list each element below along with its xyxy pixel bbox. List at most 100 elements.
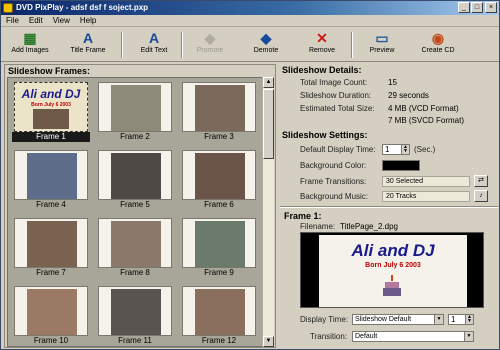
- frame-9[interactable]: Frame 9: [180, 216, 258, 278]
- menu-view[interactable]: View: [48, 15, 75, 27]
- frame-thumbnail: [182, 286, 256, 336]
- title-frame-icon: A: [82, 30, 94, 46]
- frame-photo: [111, 153, 161, 199]
- title-frame-text: Ali and DJ: [21, 87, 81, 101]
- remove-icon: ✕: [316, 30, 328, 46]
- frame-photo: [195, 221, 245, 267]
- frame-detail-title: Frame 1:: [284, 211, 322, 221]
- frame-2[interactable]: Frame 2: [96, 80, 174, 142]
- toolbar-separator: [181, 32, 183, 58]
- panel-divider: [280, 206, 498, 208]
- frame-thumbnail: [14, 218, 88, 268]
- add-images-icon: ▦: [23, 30, 37, 46]
- filename-label: Filename:: [300, 222, 336, 231]
- title-bar[interactable]: DVD PixPlay - adsf dsf f soject.pxp _ □ …: [1, 1, 499, 15]
- image-count-value: 15: [388, 78, 397, 87]
- demote-icon: ◆: [260, 30, 272, 46]
- app-window: DVD PixPlay - adsf dsf f soject.pxp _ □ …: [0, 0, 500, 350]
- frame-thumbnail: [182, 218, 256, 268]
- menu-help[interactable]: Help: [75, 15, 101, 27]
- preview-canvas: Ali and DJ Born July 6 2003: [319, 235, 467, 307]
- create-cd-button[interactable]: ◉ Create CD: [413, 30, 463, 60]
- frame-6[interactable]: Frame 6: [180, 148, 258, 210]
- frame-thumbnail: [182, 82, 256, 132]
- frame-caption: Frame 11: [118, 336, 152, 345]
- frame-display-time-stepper[interactable]: 1 ▲ ▼: [448, 314, 474, 325]
- frame-1[interactable]: Ali and DJ Born July 6 2003 Frame 1: [12, 80, 90, 142]
- frame-thumbnail: [98, 286, 172, 336]
- title-frame-photo: [33, 109, 69, 129]
- promote-button[interactable]: ◆ Promote: [185, 30, 235, 60]
- stepper-arrows-icon[interactable]: ▲ ▼: [465, 315, 473, 324]
- frame-photo: [195, 153, 245, 199]
- duration-value: 29 seconds: [388, 91, 429, 100]
- stepper-arrows-icon[interactable]: ▲ ▼: [401, 145, 409, 154]
- preview-title: Ali and DJ: [351, 241, 435, 260]
- frames-scrollbar[interactable]: ▲ ▼: [262, 77, 274, 347]
- frame-thumbnail: [14, 286, 88, 336]
- minimize-button[interactable]: _: [458, 2, 470, 13]
- birthday-cake-icon: [383, 275, 401, 296]
- frame-4[interactable]: Frame 4: [12, 148, 90, 210]
- settings-title: Slideshow Settings:: [282, 130, 368, 140]
- frame-5[interactable]: Frame 5: [96, 148, 174, 210]
- edit-music-button[interactable]: ♪: [474, 190, 488, 202]
- frames-panel-title: Slideshow Frames:: [8, 66, 91, 76]
- display-time-unit: (Sec.): [414, 145, 436, 154]
- preview-button[interactable]: ▭ Preview: [357, 30, 407, 60]
- frame-photo: [111, 289, 161, 335]
- frame-8[interactable]: Frame 8: [96, 216, 174, 278]
- music-icon: ♪: [479, 192, 483, 199]
- remove-button[interactable]: ✕ Remove: [297, 30, 347, 60]
- menu-edit[interactable]: Edit: [24, 15, 48, 27]
- window-title: DVD PixPlay - adsf dsf f soject.pxp: [16, 3, 149, 12]
- app-icon: [3, 3, 13, 13]
- display-time-stepper[interactable]: 1 ▲ ▼: [382, 144, 410, 155]
- duration-label: Slideshow Duration:: [300, 91, 372, 100]
- image-count-label: Total Image Count:: [300, 78, 368, 87]
- maximize-button[interactable]: □: [471, 2, 483, 13]
- edit-text-icon: A: [148, 30, 160, 46]
- frame-display-time-label: Display Time:: [300, 315, 349, 324]
- filename-value: TitlePage_2.dpg: [340, 222, 398, 231]
- frame-caption: Frame 8: [120, 268, 150, 277]
- frame-caption: Frame 7: [36, 268, 66, 277]
- scroll-up-arrow-icon[interactable]: ▲: [263, 77, 274, 88]
- scrollbar-thumb[interactable]: [263, 89, 274, 159]
- frame-caption: Frame 10: [33, 336, 69, 345]
- frames-grid: Ali and DJ Born July 6 2003 Frame 1 Fram…: [7, 77, 263, 347]
- frame-transition-label: Transition:: [310, 332, 348, 341]
- frame-photo: [27, 221, 77, 267]
- close-window-button[interactable]: ×: [485, 2, 497, 13]
- edit-transitions-button[interactable]: ⇄: [474, 175, 488, 187]
- menu-file[interactable]: File: [1, 15, 24, 27]
- frame-caption: Frame 5: [120, 200, 150, 209]
- frame-caption: Frame 2: [120, 132, 150, 141]
- scroll-down-arrow-icon[interactable]: ▼: [263, 336, 274, 347]
- title-frame-button[interactable]: A Title Frame: [63, 30, 113, 60]
- frame-thumbnail: [98, 82, 172, 132]
- frame-transition-select[interactable]: Default ▼: [352, 331, 474, 342]
- bg-color-swatch[interactable]: [382, 160, 420, 171]
- frame-display-time-select[interactable]: Slideshow Default ▼: [352, 314, 444, 325]
- frame-11[interactable]: Frame 11: [96, 284, 174, 346]
- frame-12[interactable]: Frame 12: [180, 284, 258, 346]
- frame-photo: [195, 85, 245, 131]
- frame-7[interactable]: Frame 7: [12, 216, 90, 278]
- music-field: 20 Tracks: [382, 191, 470, 202]
- edit-text-button[interactable]: A Edit Text: [129, 30, 179, 60]
- title-frame-subtitle: Born July 6 2003: [31, 102, 71, 108]
- add-images-button[interactable]: ▦ Add Images: [5, 30, 55, 60]
- frame-3[interactable]: Frame 3: [180, 80, 258, 142]
- slideshow-frames-panel: Slideshow Frames: Ali and DJ Born July 6…: [4, 64, 276, 348]
- preview-icon: ▭: [375, 30, 389, 46]
- frame-caption: Frame 3: [204, 132, 234, 141]
- bg-color-label: Background Color:: [300, 161, 367, 170]
- frame-thumbnail: Ali and DJ Born July 6 2003: [14, 82, 88, 132]
- preview-subtitle: Born July 6 2003: [365, 262, 421, 269]
- frame-photo: [195, 289, 245, 335]
- frame-10[interactable]: Frame 10: [12, 284, 90, 346]
- details-title: Slideshow Details:: [282, 65, 362, 75]
- demote-button[interactable]: ◆ Demote: [241, 30, 291, 60]
- frame-thumbnail: [182, 150, 256, 200]
